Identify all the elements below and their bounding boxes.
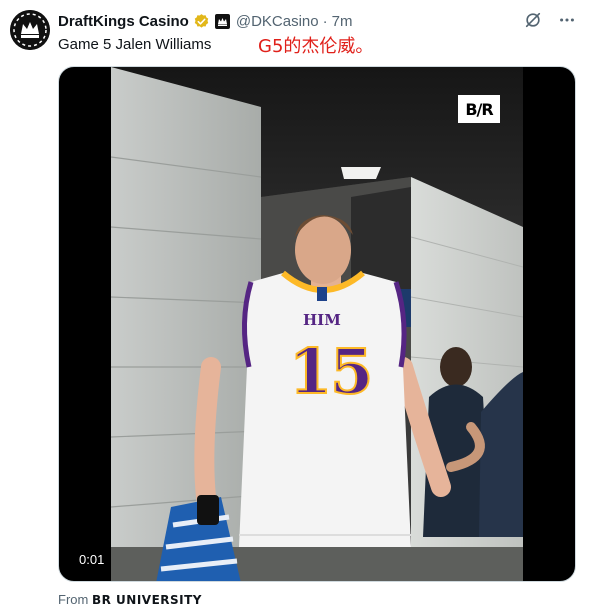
post-time[interactable]: 7m (332, 13, 353, 30)
annotation-text: G5的杰伦威。 (258, 36, 374, 57)
gold-verified-badge-icon (194, 13, 209, 28)
video-frame[interactable]: HIM 15 (111, 67, 523, 581)
jersey-name: HIM (303, 311, 341, 329)
jersey-number: 15 (288, 334, 374, 409)
affiliate-badge-icon[interactable] (214, 13, 230, 29)
grok-icon[interactable] (523, 10, 543, 30)
from-source-link[interactable]: BR UNIVERSITY (92, 593, 202, 607)
br-watermark-logo: B/R (458, 95, 500, 123)
more-icon[interactable] (557, 10, 577, 30)
tweet-text: Game 5 Jalen Williams (58, 36, 212, 53)
draftkings-crown-icon (10, 10, 50, 50)
separator-dot: · (322, 12, 328, 30)
video-player[interactable]: HIM 15 B/R 0:01 (58, 66, 576, 582)
user-handle[interactable]: @DKCasino (236, 13, 319, 30)
avatar[interactable] (10, 10, 50, 50)
from-prefix: From (58, 592, 89, 607)
from-attribution: From BR UNIVERSITY (58, 592, 202, 607)
tweet-header: DraftKings Casino @DKCasino · 7m (58, 11, 352, 31)
video-timestamp: 0:01 (73, 549, 111, 570)
display-name[interactable]: DraftKings Casino (58, 13, 189, 30)
tweet-actions (523, 10, 577, 30)
